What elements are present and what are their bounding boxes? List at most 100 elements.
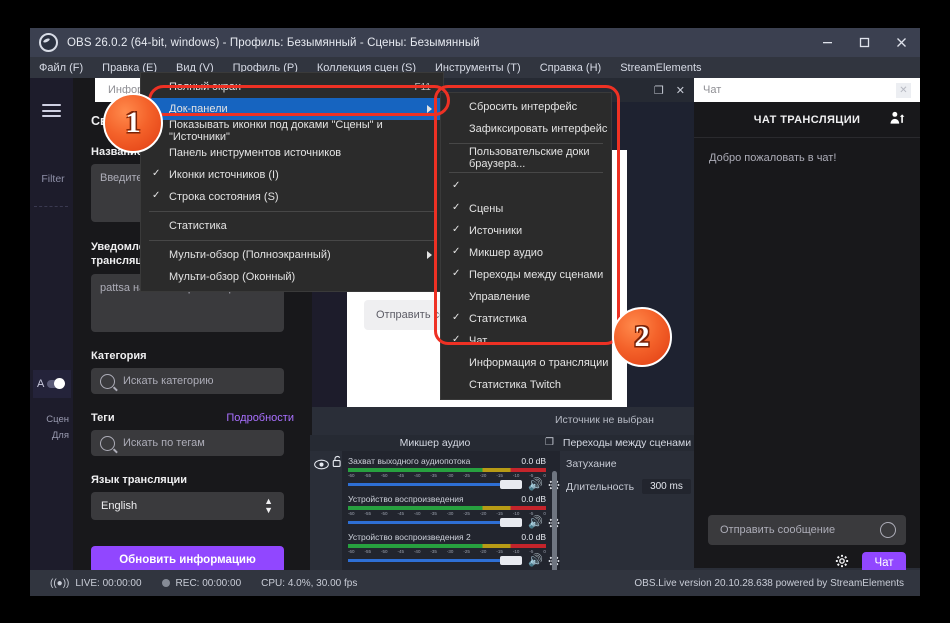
menu-item-label: Зафиксировать интерфейс (469, 123, 607, 135)
chat-heading: ЧАТ ТРАНСЛЯЦИИ (694, 114, 920, 126)
submenu-item-reset-ui[interactable]: Сбросить интерфейс (441, 96, 611, 118)
tags-label-row: Теги Подробности (91, 412, 294, 424)
rail-toggle[interactable]: A (33, 370, 71, 398)
eye-icon[interactable] (314, 457, 329, 475)
tick: -40 (414, 549, 421, 555)
submenu-item-lock-ui[interactable]: Зафиксировать интерфейс (441, 118, 611, 140)
language-select[interactable]: English ▲▼ (91, 492, 284, 520)
title-bar: OBS 26.0.2 (64-bit, windows) - Профиль: … (30, 28, 920, 57)
menu-item-docks[interactable]: Док-панели (141, 98, 443, 120)
maximize-button[interactable] (846, 28, 883, 57)
duration-value[interactable]: 300 ms (642, 479, 691, 494)
speaker-icon[interactable]: 🔊 (528, 478, 543, 490)
docks-submenu: Сбросить интерфейс Зафиксировать интерфе… (440, 92, 612, 400)
menu-streamelements[interactable]: StreamElements (620, 62, 712, 74)
transition-current[interactable]: Затухание (566, 458, 694, 470)
centre-dock-buttons: ❐ ✕ (654, 84, 685, 97)
menu-item-label: Статистика Twitch (469, 379, 561, 391)
minimize-button[interactable] (809, 28, 846, 57)
menu-help[interactable]: Справка (H) (540, 62, 612, 74)
submenu-item-twitch-stats[interactable]: Информация о трансляции (441, 352, 611, 374)
record-dot-icon (162, 579, 170, 587)
menu-separator (149, 211, 435, 212)
menu-item-label: Управление (469, 291, 530, 303)
scenes-rail-row-2: Для (30, 430, 73, 441)
menu-item-fullscreen[interactable]: Полный экран F11 (141, 76, 443, 98)
submenu-item-stream-info[interactable]: ✓ Чат (441, 330, 611, 352)
slider-track (348, 483, 512, 486)
viewers-icon[interactable] (889, 110, 906, 132)
submenu-item-audio-mixer[interactable]: ✓ Источники (441, 220, 611, 242)
view-menu-dropdown: Полный экран F11 Док-панели Показывать и… (140, 72, 444, 292)
rail-filter-label[interactable]: Filter (36, 173, 70, 185)
tick: -10 (513, 549, 520, 555)
category-placeholder: Искать категорию (123, 375, 214, 387)
close-button[interactable] (883, 28, 920, 57)
undock-icon[interactable]: ❐ (654, 84, 664, 97)
hamburger-menu-icon[interactable] (42, 104, 61, 117)
menu-item-label: Пользовательские доки браузера... (469, 146, 611, 170)
search-icon (100, 436, 115, 451)
duration-label: Длительность (566, 481, 634, 493)
menu-item-status-bar[interactable]: ✓ Строка состояния (S) (141, 186, 443, 208)
slider-handle[interactable] (500, 556, 522, 565)
tick: -10 (513, 511, 520, 517)
menu-separator (449, 172, 603, 173)
tick: -25 (463, 511, 470, 517)
update-info-button[interactable]: Обновить информацию (91, 546, 284, 570)
tags-placeholder: Искать по тегам (123, 437, 205, 449)
menu-item-label: Полный экран (169, 81, 241, 93)
menu-item-stats[interactable]: Статистика (141, 215, 443, 237)
checkmark-icon: ✓ (452, 246, 460, 257)
submenu-item-sources[interactable]: ✓ Сцены (441, 198, 611, 220)
tick: -35 (430, 549, 437, 555)
undock-icon[interactable]: ❐ (545, 437, 554, 448)
menu-item-label: Сбросить интерфейс (469, 101, 577, 113)
submenu-item-custom-browser-docks[interactable]: Пользовательские доки браузера... (441, 147, 611, 169)
chat-message-input[interactable]: Отправить сообщение (708, 515, 906, 545)
menu-tools[interactable]: Инструменты (T) (435, 62, 532, 74)
menu-item-label: Панель инструментов источников (169, 147, 341, 159)
slider-handle[interactable] (500, 518, 522, 527)
submenu-item-controls[interactable]: ✓ Переходы между сценами (441, 264, 611, 286)
tick: -15 (496, 511, 503, 517)
scenes-rail-row-1: Сцен (30, 414, 73, 425)
tags-details-link[interactable]: Подробности (226, 412, 294, 424)
tags-search-input[interactable]: Искать по тегам (91, 430, 284, 456)
checkmark-icon: ✓ (452, 268, 460, 279)
chevron-right-icon (427, 251, 432, 259)
submenu-item-stats[interactable]: Управление (441, 286, 611, 308)
close-icon[interactable]: ✕ (896, 83, 911, 98)
chat-dock-tab-label[interactable]: Чат (703, 84, 721, 96)
close-icon[interactable]: ✕ (676, 84, 685, 97)
menu-file[interactable]: Файл (F) (39, 62, 94, 74)
menu-item-multiview-windowed[interactable]: Мульти-обзор (Оконный) (141, 266, 443, 288)
tick: -55 (364, 511, 371, 517)
speaker-icon[interactable]: 🔊 (528, 554, 543, 566)
submenu-item-chat[interactable]: ✓ Статистика (441, 308, 611, 330)
slider-handle[interactable] (500, 480, 522, 489)
menu-item-multiview-fullscreen[interactable]: Мульти-обзор (Полноэкранный) (141, 244, 443, 266)
speaker-icon[interactable]: 🔊 (528, 516, 543, 528)
live-status: ((●)) LIVE: 00:00:00 (50, 578, 142, 589)
meter-ticks: -60-55-50-45-40-35-30-25-20-15-10-50 (348, 510, 546, 517)
mixer-track-name: Устройство воспроизведения (348, 494, 464, 504)
volume-slider[interactable]: 🔊 (348, 556, 546, 565)
menu-item-source-toolbar[interactable]: Панель инструментов источников (141, 142, 443, 164)
volume-slider[interactable]: 🔊 (348, 480, 546, 489)
menu-item-label: Статистика (169, 220, 227, 232)
smiley-icon[interactable] (880, 522, 896, 538)
tick: -55 (364, 473, 371, 479)
checkmark-icon: ✓ (452, 334, 460, 345)
menu-item-label: Статистика (469, 313, 527, 325)
chat-dock-body: ЧАТ ТРАНСЛЯЦИИ Добро пожаловать в чат! О… (694, 102, 920, 568)
mixer-scrollbar[interactable] (552, 471, 557, 579)
menu-item-source-icons[interactable]: ✓ Иконки источников (I) (141, 164, 443, 186)
volume-slider[interactable]: 🔊 (348, 518, 546, 527)
submenu-item-twitch-activity-feed[interactable]: Статистика Twitch (441, 374, 611, 396)
category-search-input[interactable]: Искать категорию (91, 368, 284, 394)
submenu-item-scene-transitions[interactable]: ✓ Микшер аудио (441, 242, 611, 264)
submenu-item-scenes[interactable]: ✓ (441, 176, 611, 198)
twitch-side-rail: Filter A Сцен Для + − (30, 78, 73, 570)
menu-item-show-icons-under-docks[interactable]: Показывать иконки под доками "Сцены" и "… (141, 120, 443, 142)
